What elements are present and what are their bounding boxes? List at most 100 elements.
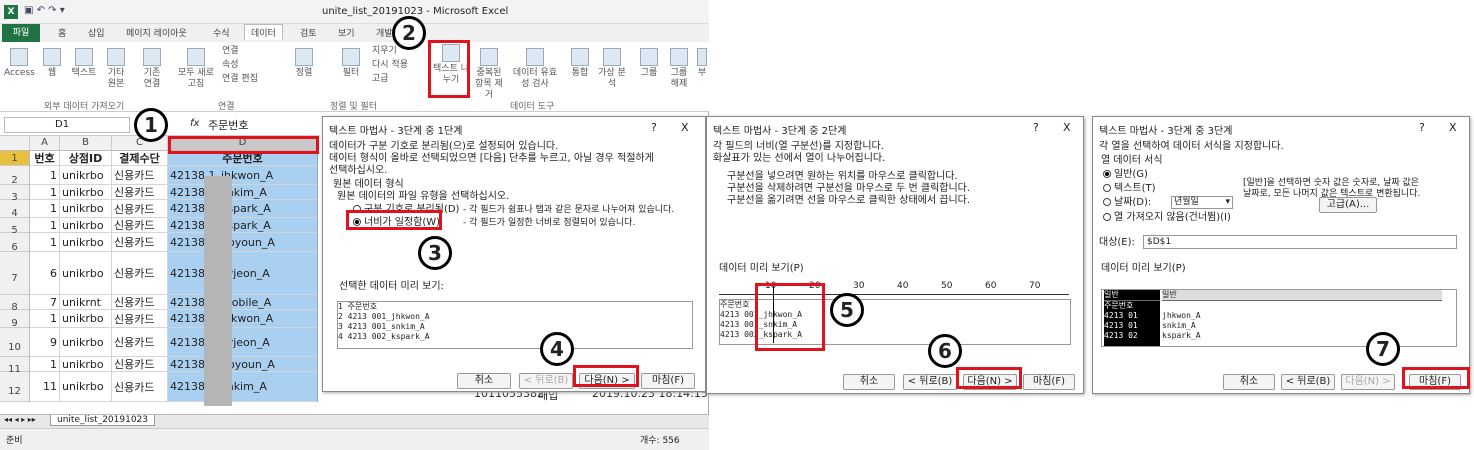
table-cell[interactable]: unikrbo	[60, 200, 112, 218]
table-cell[interactable]: unikrbo	[60, 328, 112, 357]
advanced-filter-button[interactable]: 고급	[372, 74, 389, 85]
table-cell[interactable]: 신용카드	[112, 310, 168, 328]
other-sources-button[interactable]: 기타 원본	[104, 48, 128, 90]
header-cell-a[interactable]: 번호	[30, 151, 60, 166]
tab-formulas[interactable]: 수식	[213, 26, 230, 39]
help-button[interactable]: ?	[1419, 121, 1425, 134]
back-button[interactable]: < 뒤로(B)	[519, 373, 573, 389]
formula-input[interactable]: 주문번호	[208, 117, 248, 133]
back-button[interactable]: < 뒤로(B)	[1281, 374, 1335, 390]
worksheet-grid[interactable]: A B C D 1 번호 상점ID 결제수단 주문번호 2 1 unikrbo 신용카드 4213…	[0, 136, 320, 414]
table-cell[interactable]: unikrbo	[60, 357, 112, 372]
table-cell[interactable]: unikrbo	[60, 252, 112, 295]
group-button[interactable]: 그룹	[636, 48, 662, 79]
table-cell[interactable]: 1	[30, 166, 60, 185]
data-preview[interactable]: 1 주문번호 2 4213 001_jhkwon_A 3 4213 001_sn…	[337, 301, 693, 349]
row-header[interactable]: 6	[0, 233, 30, 253]
column-header-b[interactable]: B	[60, 136, 112, 151]
table-cell[interactable]: unikrbo	[60, 218, 112, 233]
tab-file[interactable]: 파일	[2, 24, 40, 42]
data-validation-button[interactable]: 데이터 유효성 검사	[510, 48, 560, 90]
advanced-button[interactable]: 고급(A)...	[1319, 197, 1377, 213]
sort-button[interactable]: 정렬	[284, 48, 324, 79]
cancel-button[interactable]: 취소	[843, 374, 895, 390]
table-cell[interactable]: 1	[30, 233, 60, 252]
tab-page-layout[interactable]: 페이지 레이아웃	[126, 26, 187, 39]
table-cell[interactable]: 11	[30, 372, 60, 402]
row-header[interactable]: 9	[0, 310, 30, 329]
back-button[interactable]: < 뒤로(B)	[903, 374, 957, 390]
tab-home[interactable]: 홈	[58, 26, 66, 39]
table-cell[interactable]: 42138 1_jhkwon_A	[168, 166, 318, 185]
row-header[interactable]: 12	[0, 372, 30, 402]
row-header[interactable]: 3	[0, 185, 30, 203]
option-text[interactable]: 텍스트(T)	[1103, 183, 1156, 195]
row-header[interactable]: 11	[0, 357, 30, 375]
table-cell[interactable]: 42138 1_syjeon_A	[168, 252, 318, 295]
table-cell[interactable]: unikrbo	[60, 185, 112, 200]
close-button[interactable]: X	[681, 121, 689, 134]
tab-view[interactable]: 보기	[338, 26, 355, 39]
table-cell[interactable]: 신용카드	[112, 357, 168, 372]
help-button[interactable]: ?	[1033, 121, 1039, 134]
tab-review[interactable]: 검토	[300, 26, 317, 39]
ungroup-button[interactable]: 그룹 해제	[666, 48, 692, 90]
existing-connections-button[interactable]: 기존 연결	[140, 48, 164, 90]
table-cell[interactable]: 1	[30, 185, 60, 200]
sheet-nav-icon[interactable]: ◂◂ ◂ ▸ ▸▸	[4, 415, 36, 424]
header-cell-c[interactable]: 결제수단	[112, 151, 168, 166]
row-header[interactable]: 2	[0, 166, 30, 186]
table-cell[interactable]: unikrbo	[60, 372, 112, 402]
refresh-all-button[interactable]: 모두 새로 고침	[174, 48, 218, 90]
table-cell[interactable]: 신용카드	[112, 233, 168, 252]
table-cell[interactable]: 6	[30, 252, 60, 295]
header-cell-b[interactable]: 상점ID	[60, 151, 112, 166]
table-cell[interactable]: 42138 1_hoyoun_A	[168, 233, 318, 252]
consolidate-button[interactable]: 통합	[566, 48, 594, 79]
properties-button[interactable]: 속성	[222, 60, 239, 71]
row-header[interactable]: 1	[0, 151, 30, 166]
table-cell[interactable]: 신용카드	[112, 185, 168, 200]
what-if-button[interactable]: 가상 분석	[598, 48, 626, 90]
table-cell[interactable]: 42138 1_mobile_A	[168, 295, 318, 310]
text-import-button[interactable]: 텍스트	[68, 48, 100, 79]
web-button[interactable]: 웹	[40, 48, 64, 79]
remove-duplicates-button[interactable]: 중복된 항목 제거	[474, 48, 504, 101]
table-cell[interactable]: 42138 1_snkim_A	[168, 185, 318, 200]
filter-button[interactable]: 필터	[336, 48, 366, 79]
help-button[interactable]: ?	[651, 121, 657, 134]
table-cell[interactable]: 1	[30, 357, 60, 372]
selected-column[interactable]: 일반 주문번호 4213 01 4213 01 4213 02	[1104, 290, 1160, 346]
option-skip[interactable]: 열 가져오지 않음(건너뜀)(I)	[1103, 212, 1231, 224]
table-cell[interactable]: 신용카드	[112, 372, 168, 402]
table-cell[interactable]: 1	[30, 218, 60, 233]
tab-insert[interactable]: 삽입	[88, 26, 105, 39]
row-header[interactable]: 8	[0, 295, 30, 313]
edit-links-button[interactable]: 연결 편집	[222, 74, 258, 85]
quick-access-icon[interactable]: ▣ ↶ ↷ ▾	[24, 5, 65, 16]
close-button[interactable]: X	[1449, 121, 1457, 134]
option-general[interactable]: 일반(G)	[1103, 169, 1148, 181]
date-format-select[interactable]: 년월일 ▾	[1171, 196, 1233, 209]
subtotal-button[interactable]: 부	[696, 48, 708, 79]
cancel-button[interactable]: 취소	[1223, 374, 1275, 390]
row-header[interactable]: 4	[0, 200, 30, 219]
reapply-button[interactable]: 다시 적용	[372, 60, 408, 71]
connections-button[interactable]: 연결	[222, 46, 239, 57]
table-cell[interactable]: 9	[30, 328, 60, 357]
clear-button[interactable]: 지우기	[372, 46, 397, 57]
table-cell[interactable]: 신용카드	[112, 328, 168, 357]
column-header-a[interactable]: A	[30, 136, 60, 151]
table-cell[interactable]: 신용카드	[112, 295, 168, 310]
tab-data[interactable]: 데이터	[244, 24, 283, 40]
finish-button[interactable]: 마침(F)	[641, 373, 695, 389]
access-button[interactable]: Access	[4, 48, 35, 79]
table-cell[interactable]: 신용카드	[112, 200, 168, 218]
table-cell[interactable]: unikrbo	[60, 233, 112, 252]
table-cell[interactable]: 42138 2_snkim_A	[168, 372, 318, 402]
row-header[interactable]: 5	[0, 218, 30, 236]
table-cell[interactable]: unikrnt	[60, 295, 112, 310]
option-date[interactable]: 날짜(D):	[1103, 197, 1151, 209]
corner-cell[interactable]	[0, 136, 30, 151]
table-cell[interactable]: 1	[30, 200, 60, 218]
